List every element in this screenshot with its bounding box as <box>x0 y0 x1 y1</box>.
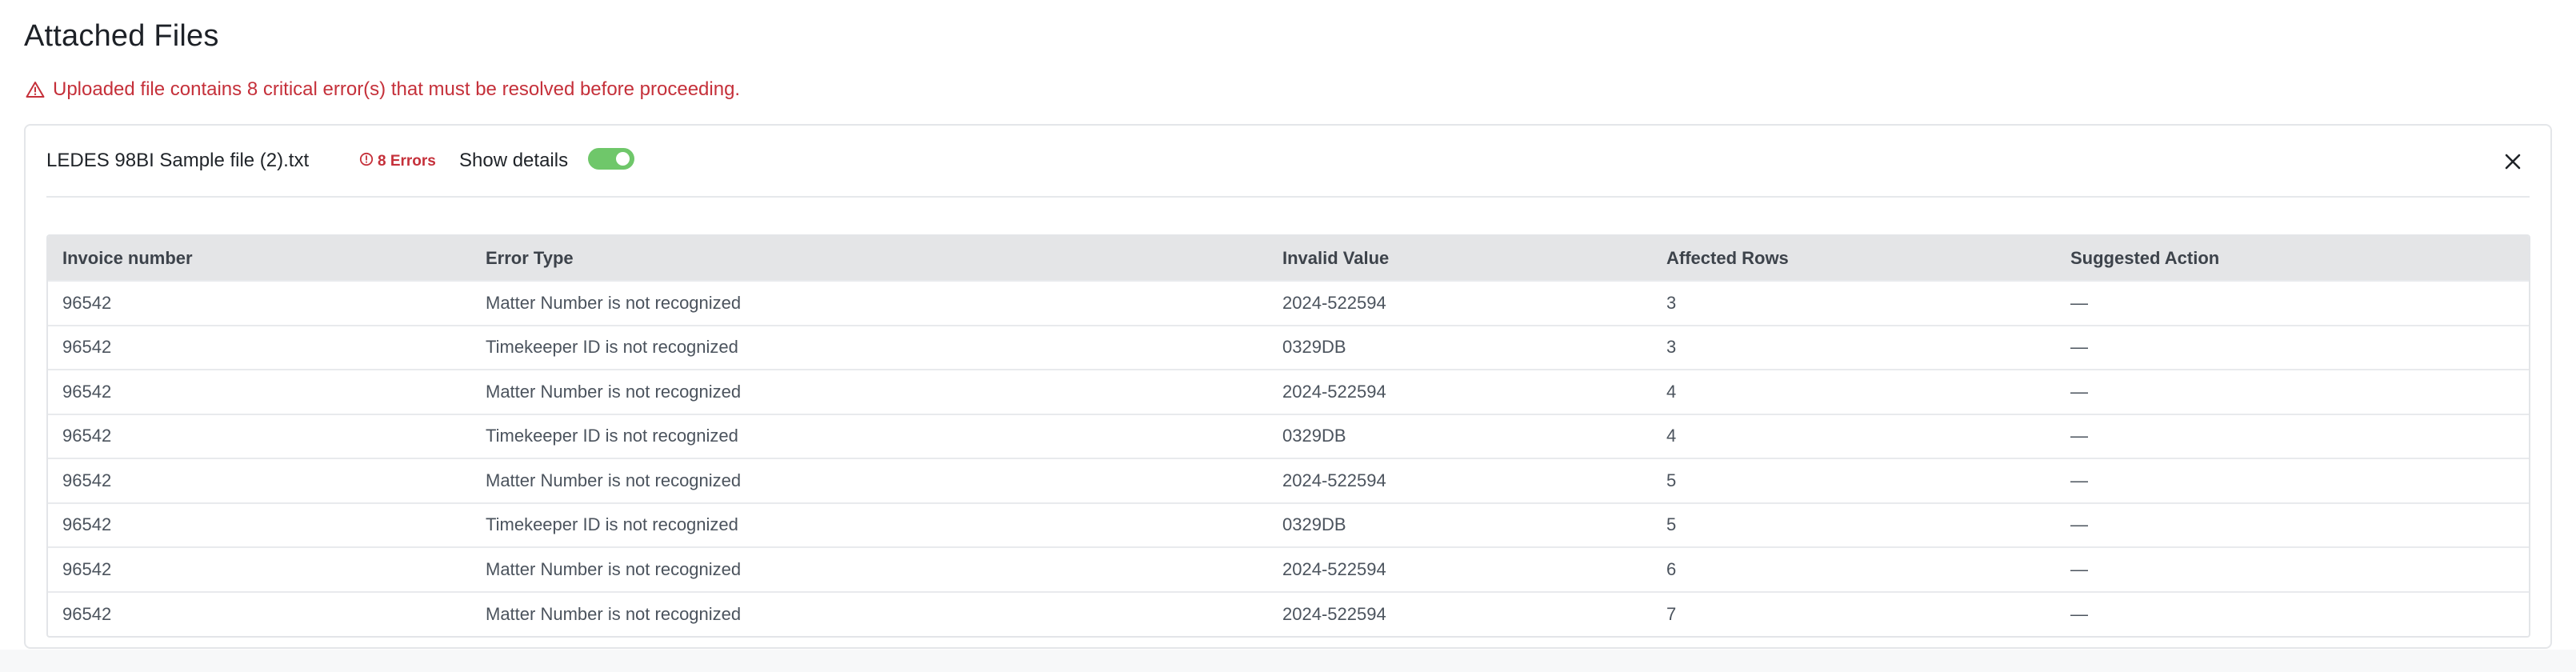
cell-invalid-value: 2024-522594 <box>1282 603 1386 624</box>
cell-invoice-number: 96542 <box>62 292 112 313</box>
cell-invalid-value: 0329DB <box>1282 514 1346 535</box>
cell-affected-rows: 4 <box>1666 381 1677 402</box>
table-row: 96542 Matter Number is not recognized 20… <box>48 281 2529 326</box>
close-icon[interactable] <box>2502 151 2523 172</box>
table-row: 96542 Matter Number is not recognized 20… <box>48 591 2529 637</box>
cell-error-type: Matter Number is not recognized <box>486 558 742 579</box>
cell-suggested-action: — <box>2070 558 2088 579</box>
table-row: 96542 Timekeeper ID is not recognized 03… <box>48 502 2529 548</box>
cell-error-type: Matter Number is not recognized <box>486 381 742 402</box>
cell-suggested-action: — <box>2070 292 2088 313</box>
cell-suggested-action: — <box>2070 426 2088 446</box>
table-row: 96542 Timekeeper ID is not recognized 03… <box>48 325 2529 370</box>
file-name: LEDES 98BI Sample file (2).txt <box>46 150 310 171</box>
table-row: 96542 Matter Number is not recognized 20… <box>48 370 2529 414</box>
cell-error-type: Timekeeper ID is not recognized <box>486 426 738 446</box>
cell-invoice-number: 96542 <box>62 337 112 358</box>
cell-invalid-value: 0329DB <box>1282 426 1346 446</box>
cell-affected-rows: 5 <box>1666 470 1677 490</box>
page-footer-background <box>0 650 2576 672</box>
cell-invoice-number: 96542 <box>62 603 112 624</box>
cell-affected-rows: 3 <box>1666 337 1677 358</box>
file-header: LEDES 98BI Sample file (2).txt 8 Errors … <box>46 126 2530 198</box>
warning-triangle-icon <box>26 81 45 98</box>
cell-invalid-value: 0329DB <box>1282 337 1346 358</box>
cell-affected-rows: 6 <box>1666 558 1677 579</box>
cell-invoice-number: 96542 <box>62 514 112 535</box>
show-details-toggle[interactable] <box>588 148 634 170</box>
column-header-affected-rows: Affected Rows <box>1666 247 1789 268</box>
cell-error-type: Timekeeper ID is not recognized <box>486 337 738 358</box>
errors-table: Invoice number Error Type Invalid Value … <box>46 234 2530 638</box>
attached-file-card: LEDES 98BI Sample file (2).txt 8 Errors … <box>24 124 2552 649</box>
column-header-suggested-action: Suggested Action <box>2070 247 2220 268</box>
cell-invalid-value: 2024-522594 <box>1282 558 1386 579</box>
section-title: Attached Files <box>24 19 219 53</box>
cell-invalid-value: 2024-522594 <box>1282 292 1386 313</box>
cell-affected-rows: 5 <box>1666 514 1677 535</box>
column-header-error-type: Error Type <box>486 247 574 268</box>
table-header-row: Invoice number Error Type Invalid Value … <box>48 236 2529 281</box>
cell-invalid-value: 2024-522594 <box>1282 381 1386 402</box>
cell-invoice-number: 96542 <box>62 470 112 490</box>
table-row: 96542 Matter Number is not recognized 20… <box>48 458 2529 503</box>
cell-suggested-action: — <box>2070 514 2088 535</box>
table-row: 96542 Timekeeper ID is not recognized 03… <box>48 414 2529 459</box>
cell-suggested-action: — <box>2070 470 2088 490</box>
table-row: 96542 Matter Number is not recognized 20… <box>48 547 2529 592</box>
cell-error-type: Matter Number is not recognized <box>486 470 742 490</box>
cell-invoice-number: 96542 <box>62 381 112 402</box>
cell-invalid-value: 2024-522594 <box>1282 470 1386 490</box>
error-count-badge: 8 Errors <box>359 152 436 171</box>
cell-invoice-number: 96542 <box>62 426 112 446</box>
error-count-label: 8 Errors <box>378 153 436 170</box>
column-header-invoice-number: Invoice number <box>62 247 193 268</box>
cell-suggested-action: — <box>2070 337 2088 358</box>
show-details-label: Show details <box>459 150 569 171</box>
cell-suggested-action: — <box>2070 603 2088 624</box>
cell-affected-rows: 4 <box>1666 426 1677 446</box>
cell-affected-rows: 7 <box>1666 603 1677 624</box>
column-header-invalid-value: Invalid Value <box>1282 247 1390 268</box>
alert-message: Uploaded file contains 8 critical error(… <box>53 78 741 100</box>
cell-error-type: Matter Number is not recognized <box>486 603 742 624</box>
cell-affected-rows: 3 <box>1666 292 1677 313</box>
cell-suggested-action: — <box>2070 381 2088 402</box>
error-alert: Uploaded file contains 8 critical error(… <box>26 78 740 101</box>
error-circle-icon <box>359 152 374 171</box>
cell-invoice-number: 96542 <box>62 558 112 579</box>
cell-error-type: Matter Number is not recognized <box>486 292 742 313</box>
toggle-knob <box>616 152 630 166</box>
cell-error-type: Timekeeper ID is not recognized <box>486 514 738 535</box>
